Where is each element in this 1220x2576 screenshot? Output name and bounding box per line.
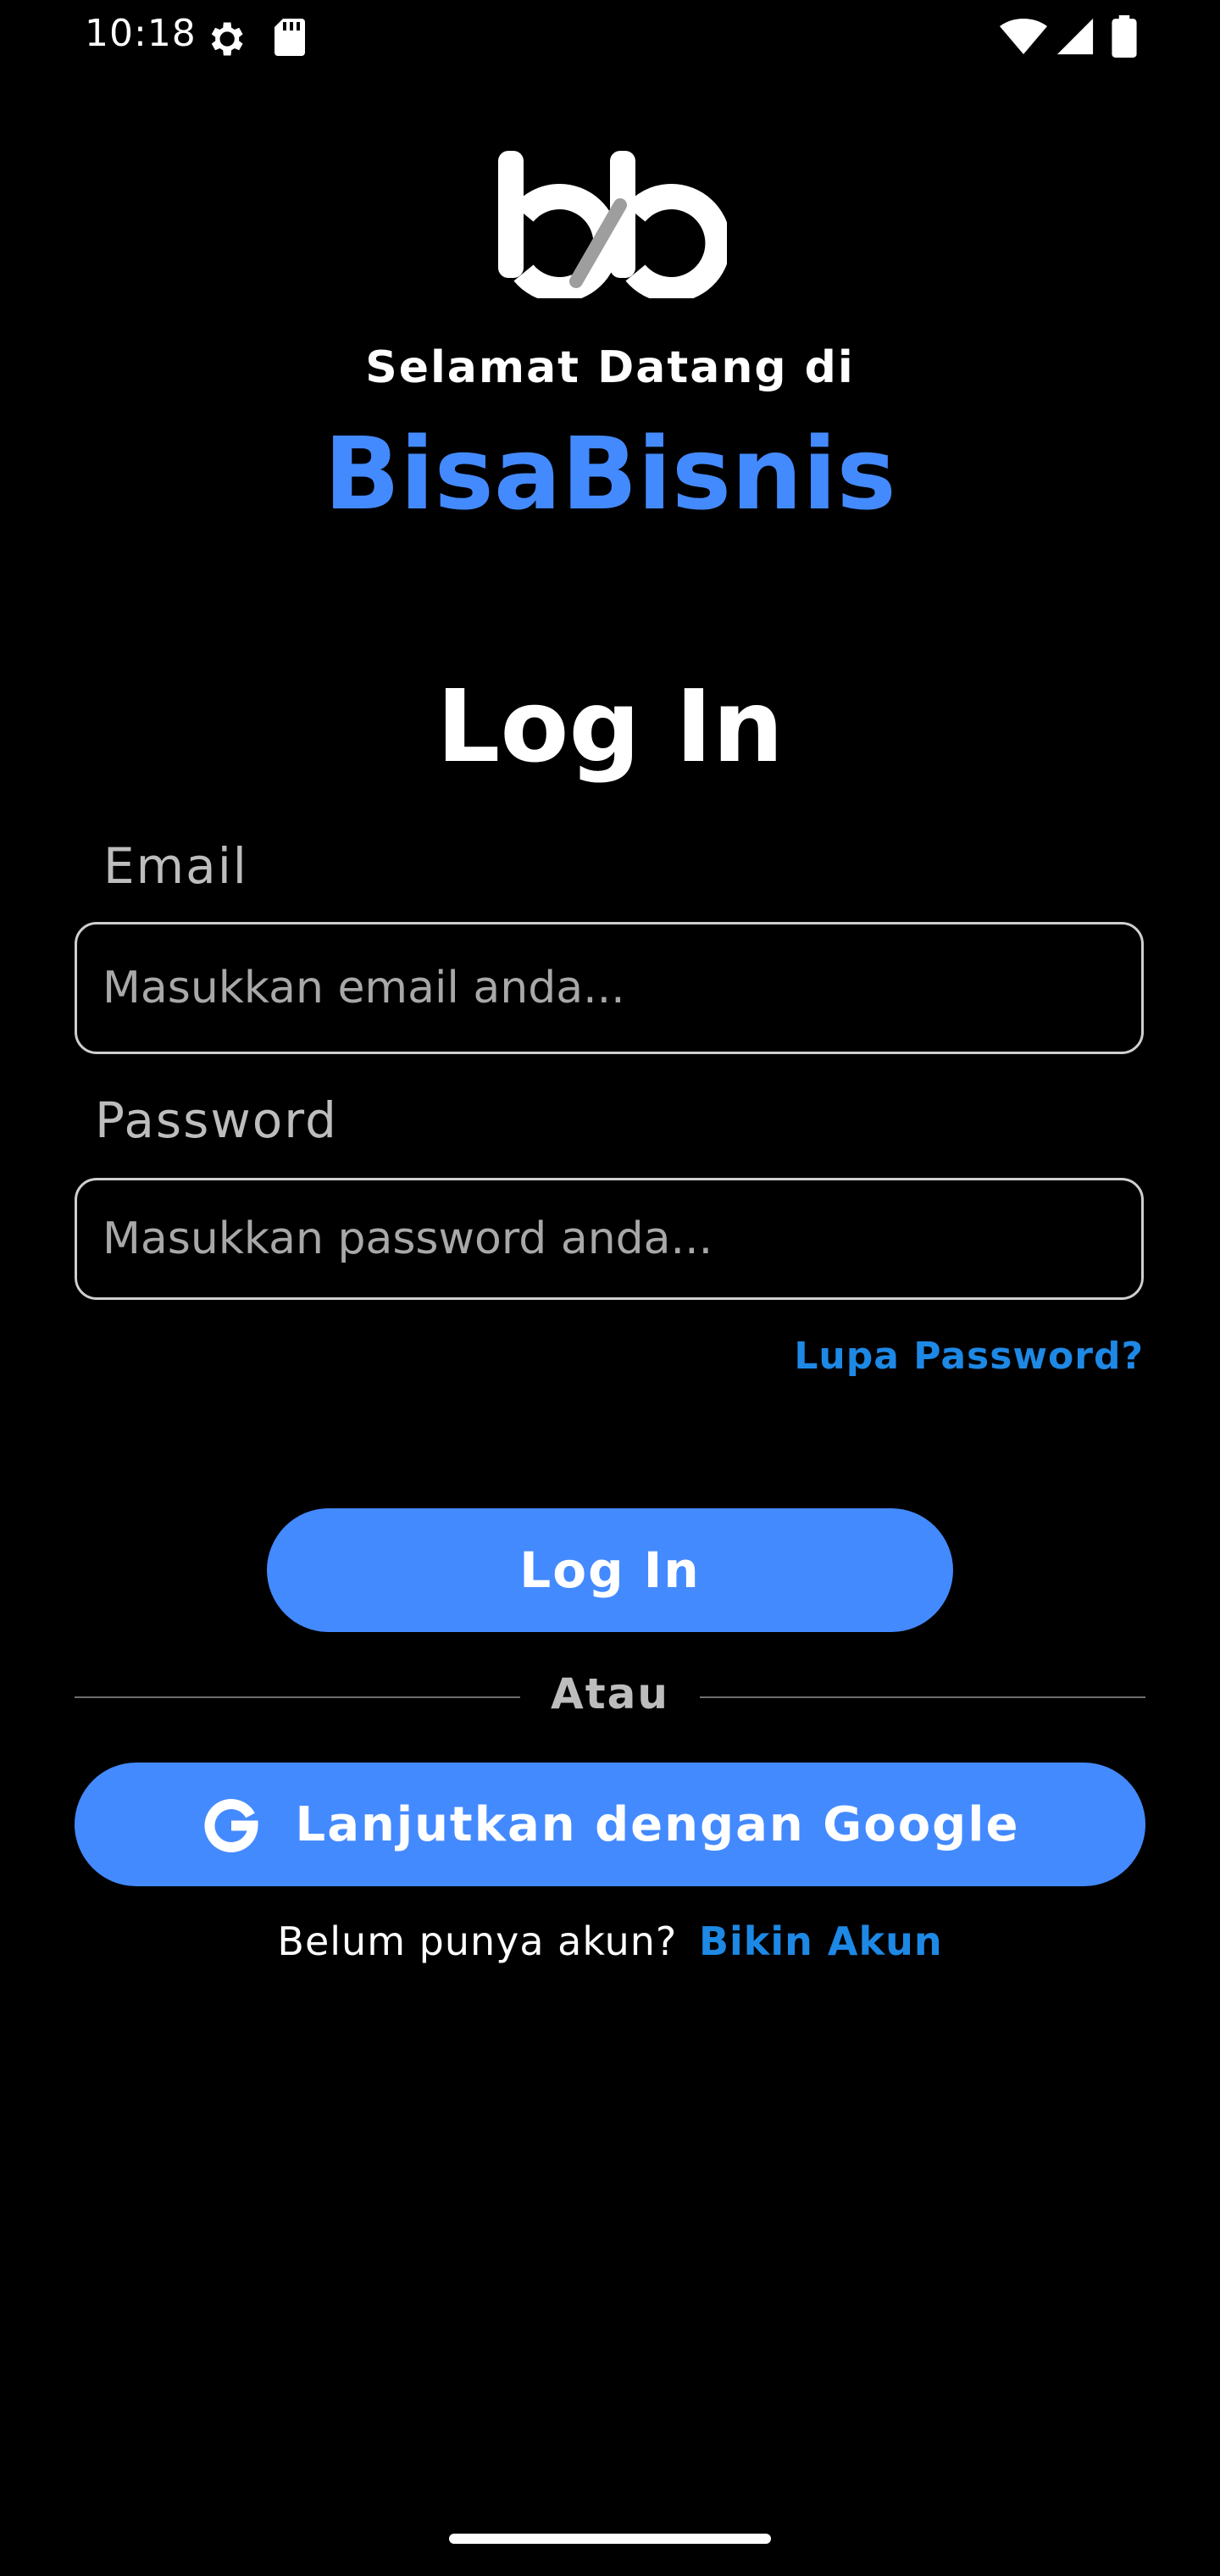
email-label: Email [103, 837, 248, 895]
signal-icon [1056, 18, 1094, 55]
status-bar: 10:18 [0, 0, 1220, 76]
wifi-icon [1000, 19, 1047, 54]
bb-logo-icon [498, 151, 727, 298]
welcome-text: Selamat Datang di [365, 342, 855, 393]
google-button-label: Lanjutkan dengan Google [295, 1796, 1020, 1852]
brand-name: BisaBisnis [324, 415, 896, 532]
email-field-box [75, 922, 1144, 1054]
signup-prompt: Belum punya akun? [277, 1918, 678, 1964]
email-field[interactable] [77, 924, 1141, 1052]
login-button[interactable]: Log In [267, 1508, 953, 1632]
signup-link[interactable]: Bikin Akun [699, 1918, 943, 1964]
password-field-box [75, 1178, 1144, 1300]
divider-text: Atau [551, 1669, 669, 1718]
google-login-button[interactable]: Lanjutkan dengan Google [75, 1763, 1145, 1886]
password-field[interactable] [77, 1180, 1141, 1297]
forgot-password-link[interactable]: Lupa Password? [794, 1335, 1144, 1378]
signup-row: Belum punya akun? Bikin Akun [0, 1918, 1220, 1964]
page-title: Log In [436, 668, 784, 785]
settings-icon [211, 22, 243, 56]
home-indicator[interactable] [449, 2534, 771, 2544]
battery-icon [1112, 15, 1137, 58]
sd-card-icon [274, 19, 305, 56]
status-time: 10:18 [85, 12, 197, 55]
google-g-icon [204, 1799, 258, 1852]
password-label: Password [95, 1091, 338, 1149]
